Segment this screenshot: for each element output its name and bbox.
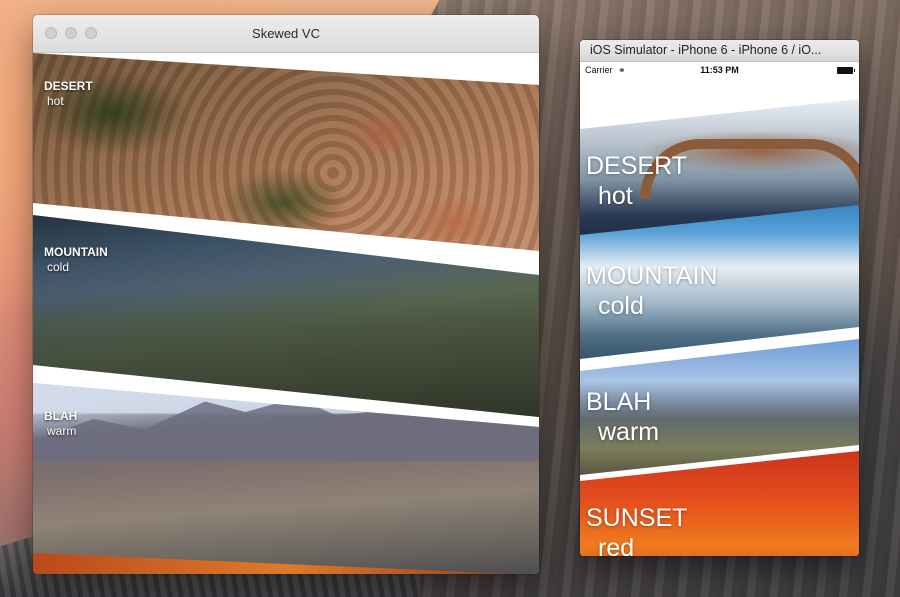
band-subtitle: hot [598,182,633,210]
band-label: BLAH warm [586,387,659,447]
band-label: SUNSET red [586,503,687,556]
band-label: DESERT hot [44,79,93,109]
band-title: DESERT [44,79,93,93]
band-label: DESERT hot [586,151,687,211]
band-subtitle: red [598,534,635,556]
band-subtitle: cold [598,292,644,320]
status-time: 11:53 PM [700,65,739,75]
simulator-content: DESERT hot MOUNTAIN cold BLAH warm SUNSE… [580,79,859,556]
simulator-titlebar[interactable]: iOS Simulator - iPhone 6 - iPhone 6 / iO… [580,40,859,62]
band-label: BLAH warm [44,409,77,439]
window-titlebar[interactable]: Skewed VC [33,15,539,53]
band-subtitle: cold [47,260,70,274]
band-title: DESERT [586,152,687,180]
band-subtitle: warm [47,424,77,438]
skewed-vc-window: Skewed VC DESERT hot MOUNTAIN cold BLAH … [33,15,539,574]
ios-simulator-window: iOS Simulator - iPhone 6 - iPhone 6 / iO… [580,40,859,556]
band-title: BLAH [586,388,652,416]
band-subtitle: warm [598,418,660,446]
band-label: MOUNTAIN cold [44,245,108,275]
window-content: DESERT hot MOUNTAIN cold BLAH warm [33,53,539,574]
band-desert[interactable]: DESERT hot [33,53,539,251]
band-title: SUNSET [586,504,688,532]
window-title: Skewed VC [252,26,320,41]
band-subtitle: hot [47,94,64,108]
band-title: BLAH [44,409,78,423]
ios-status-bar: Carrier ⚭ 11:53 PM [580,62,859,79]
band-title: MOUNTAIN [586,262,718,290]
band-label: MOUNTAIN cold [586,261,717,321]
band-title: MOUNTAIN [44,245,108,259]
battery-icon [837,67,855,74]
